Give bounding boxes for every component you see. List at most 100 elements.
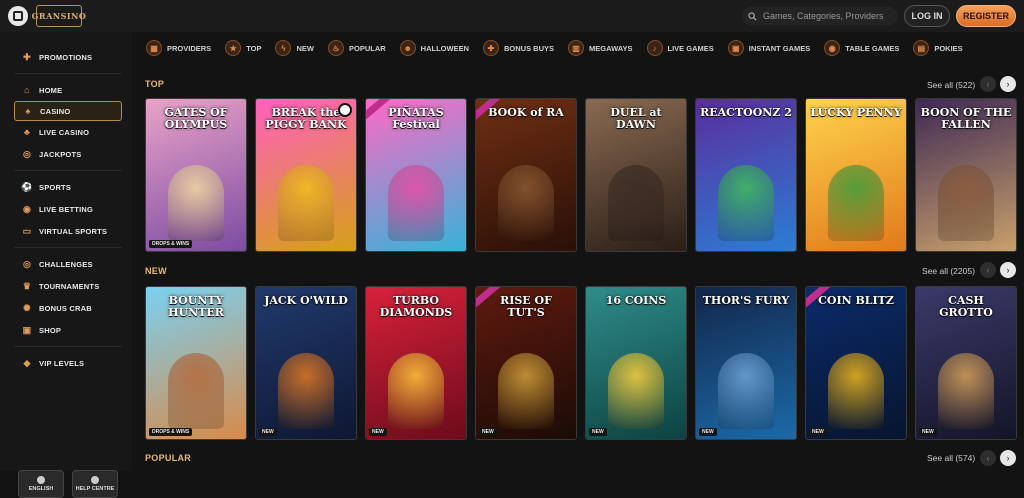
chevron-right-icon: › <box>1006 265 1010 275</box>
search-input[interactable] <box>763 11 893 21</box>
game-tile[interactable]: REACTOONZ 2 <box>695 98 797 252</box>
sidebar-item-challenges[interactable]: ◎ CHALLENGES <box>14 253 122 275</box>
category-tab-new[interactable]: ϟ NEW <box>275 40 314 56</box>
game-character <box>828 165 884 241</box>
game-character <box>608 353 664 429</box>
sidebar-item-shop[interactable]: ▣ SHOP <box>14 319 122 341</box>
language-button[interactable]: ENGLISH <box>18 470 64 498</box>
category-label: NEW <box>296 43 314 53</box>
search-box[interactable] <box>742 7 898 25</box>
sidebar-item-home[interactable]: ⌂ HOME <box>14 79 122 101</box>
sidebar-item-casino[interactable]: ♠ CASINO <box>14 101 122 121</box>
game-badge: NEW <box>259 428 277 436</box>
language-label: ENGLISH <box>28 486 54 492</box>
game-tile[interactable]: BOON OF THE FALLEN <box>915 98 1017 252</box>
category-tab-providers[interactable]: ▦ PROVIDERS <box>146 40 211 56</box>
game-tile[interactable]: PIÑATAS Festival <box>365 98 467 252</box>
game-character <box>608 165 664 241</box>
game-badge: NEW <box>919 428 937 436</box>
gift-icon: ✚ <box>23 51 31 62</box>
game-tile[interactable]: BOOK of RA <box>475 98 577 252</box>
game-tile[interactable]: THOR'S FURY NEW <box>695 286 797 440</box>
sidebar-item-bonus-crab[interactable]: ✺ BONUS CRAB <box>14 297 122 319</box>
category-tab-instant-games[interactable]: ▣ INSTANT GAMES <box>727 40 810 56</box>
game-tile[interactable]: CASH GROTTO NEW <box>915 286 1017 440</box>
category-label: POPULAR <box>348 43 386 53</box>
popular-prev-button[interactable]: ‹ <box>980 450 996 466</box>
see-all-popular-link[interactable]: See all (574) <box>927 453 975 463</box>
sidebar-item-label: CHALLENGES <box>39 259 93 269</box>
chevron-left-icon: ‹ <box>986 79 990 89</box>
category-tab-pokies[interactable]: ▤ POKIES <box>913 40 963 56</box>
sidebar-item-live-casino[interactable]: ♣ LIVE CASINO <box>14 121 122 143</box>
sidebar-nav: ✚ PROMOTIONS ⌂ HOME ♠ CASINO ♣ LIVE CASINO ◎ JACK… <box>14 46 122 374</box>
gift-icon: ✚ <box>483 40 499 56</box>
see-all-top-link[interactable]: See all (522) <box>927 80 975 90</box>
menu-toggle-button[interactable] <box>8 6 28 26</box>
logo[interactable]: GRANSINO <box>32 5 86 27</box>
game-logo-text: CASH GROTTO <box>939 294 993 319</box>
category-tab-top[interactable]: ★ TOP <box>225 40 261 56</box>
chevron-left-icon: ‹ <box>986 265 990 275</box>
new-prev-button[interactable]: ‹ <box>980 262 996 278</box>
game-tile[interactable]: 16 COINS NEW <box>585 286 687 440</box>
chips-icon: ◉ <box>824 40 841 56</box>
home-icon: ⌂ <box>24 84 30 95</box>
help-label: HELP CENTRE <box>75 486 115 492</box>
flame-icon: ♨ <box>327 40 344 56</box>
sidebar-item-sports[interactable]: ⚽ SPORTS <box>14 176 122 198</box>
game-tile[interactable]: BOUNTY HUNTER DROPS & WINS <box>145 286 247 440</box>
game-logo-text: TURBO DIAMONDS <box>379 294 453 319</box>
game-tile[interactable]: TURBO DIAMONDS NEW <box>365 286 467 440</box>
top-prev-button[interactable]: ‹ <box>980 76 996 92</box>
register-button[interactable]: REGISTER <box>956 5 1016 27</box>
sidebar-item-tournaments[interactable]: ♛ TOURNAMENTS <box>14 275 122 297</box>
sidebar-item-label: CASINO <box>40 106 71 116</box>
sidebar-item-promotions[interactable]: ✚ PROMOTIONS <box>14 46 122 68</box>
top-next-button[interactable]: › <box>1000 76 1016 92</box>
category-tab-megaways[interactable]: ▥ MEGAWAYS <box>568 40 633 56</box>
game-logo-text: BOOK of RA <box>488 106 564 119</box>
game-tile[interactable]: BREAK the PIGGY BANK <box>255 98 357 252</box>
category-label: BONUS BUYS <box>504 43 555 53</box>
casino-icon: ♠ <box>25 105 31 116</box>
category-tab-popular[interactable]: ♨ POPULAR <box>327 40 386 56</box>
new-next-button[interactable]: › <box>1000 262 1016 278</box>
game-badge: NEW <box>479 428 497 436</box>
sidebar-item-virtual-sports[interactable]: ▭ VIRTUAL SPORTS <box>14 220 122 242</box>
popular-next-button[interactable]: › <box>1000 450 1016 466</box>
sidebar-item-vip-levels[interactable]: ◆ VIP LEVELS <box>14 352 122 374</box>
game-tile[interactable]: DUEL at DAWN <box>585 98 687 252</box>
game-tile[interactable]: RISE OF TUT'S NEW <box>475 286 577 440</box>
game-tile[interactable]: COIN BLITZ NEW <box>805 286 907 440</box>
category-tab-halloween[interactable]: ☻ HALLOWEEN <box>399 40 469 56</box>
sidebar-item-label: LIVE BETTING <box>39 204 94 214</box>
search-icon <box>748 11 757 21</box>
help-centre-button[interactable]: HELP CENTRE <box>72 470 118 498</box>
category-tab-bonus-buys[interactable]: ✚ BONUS BUYS <box>483 40 554 56</box>
see-all-new-link[interactable]: See all (2205) <box>922 266 975 276</box>
game-badge: NEW <box>809 428 827 436</box>
sidebar-divider <box>14 346 122 347</box>
game-character <box>828 353 884 429</box>
sidebar-item-jackpots[interactable]: ◎ JACKPOTS <box>14 143 122 165</box>
game-logo-text: COIN BLITZ <box>818 294 894 307</box>
game-tile[interactable]: JACK O'WILD NEW <box>255 286 357 440</box>
game-logo-text: DUEL at DAWN <box>610 106 662 131</box>
game-tile[interactable]: LUCKY PENNY <box>805 98 907 252</box>
game-badge: DROPS & WINS <box>149 240 193 248</box>
sidebar-item-live-betting[interactable]: ◉ LIVE BETTING <box>14 198 122 220</box>
section-title-popular: POPULAR <box>145 453 192 463</box>
game-character <box>168 165 224 241</box>
sidebar-item-label: SPORTS <box>39 182 72 192</box>
game-logo-text: REACTOONZ 2 <box>700 106 792 119</box>
category-label: TOP <box>246 43 262 53</box>
login-button[interactable]: LOG IN <box>904 5 950 27</box>
game-character <box>168 353 224 429</box>
category-tab-live-games[interactable]: ♪ LIVE GAMES <box>646 40 714 56</box>
game-tile[interactable]: GATES OF OLYMPUS DROPS & WINS <box>145 98 247 252</box>
game-logo-text: 16 COINS <box>605 294 667 307</box>
category-tab-table-games[interactable]: ◉ TABLE GAMES <box>824 40 899 56</box>
sidebar-item-label: HOME <box>39 85 63 95</box>
bag-icon: ▣ <box>22 324 32 335</box>
